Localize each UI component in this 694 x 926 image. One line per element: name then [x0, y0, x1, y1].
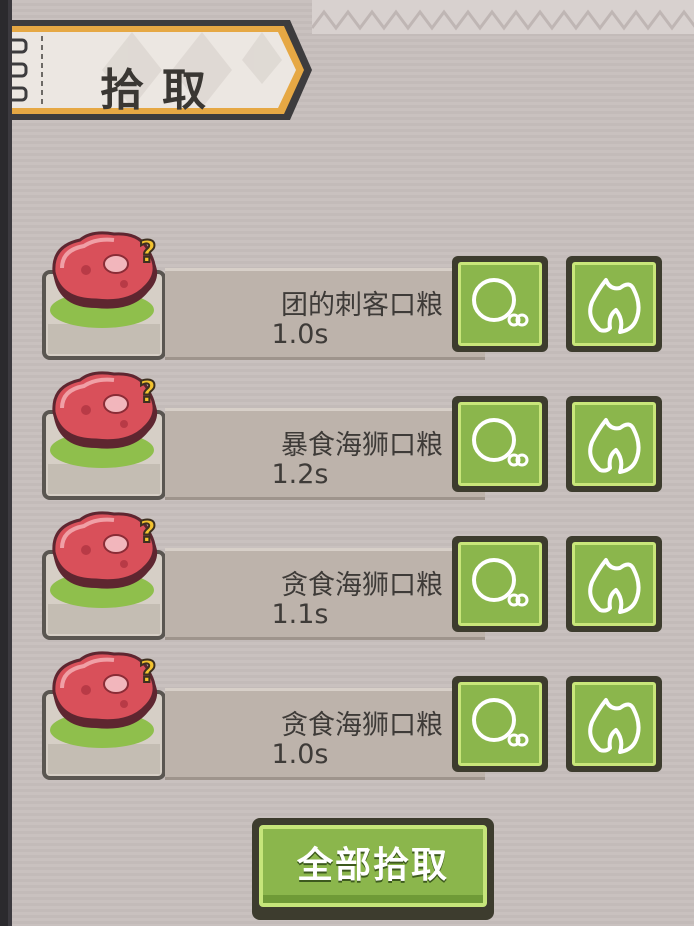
item-name: 暴食海狮口粮	[281, 430, 443, 461]
top-border-pattern	[312, 0, 694, 34]
item-name: 贪食海狮口粮	[281, 570, 443, 601]
svg-text:?: ?	[139, 655, 156, 688]
svg-text:?: ?	[139, 375, 156, 408]
svg-text:?: ?	[139, 235, 156, 268]
item-info: 暴食海狮口粮 1.2s	[165, 408, 485, 500]
eat-button[interactable]	[452, 536, 548, 632]
eat-button[interactable]	[452, 396, 548, 492]
list-item[interactable]: ? 暴食海狮口粮 1.2s	[40, 368, 670, 508]
item-info: 团的刺客口粮 1.0s	[165, 268, 485, 360]
unknown-badge-icon: ?	[138, 234, 157, 268]
fire-icon	[588, 698, 641, 754]
item-time: 1.0s	[271, 739, 329, 770]
item-name: 团的刺客口粮	[281, 290, 443, 321]
item-time: 1.2s	[271, 459, 329, 490]
list-item[interactable]: ? 贪食海狮口粮 1.1s	[40, 508, 670, 648]
eat-button[interactable]	[452, 676, 548, 772]
fire-icon	[588, 278, 641, 334]
list-item[interactable]: ? 贪食海狮口粮 1.0s	[40, 648, 670, 788]
fire-icon	[588, 418, 641, 474]
list-item[interactable]: ? 团的刺客口粮 1.0s	[40, 228, 670, 368]
eat-mouth-icon	[472, 278, 529, 327]
item-time: 1.1s	[271, 599, 329, 630]
cook-button[interactable]	[566, 676, 662, 772]
item-info: 贪食海狮口粮 1.1s	[165, 548, 485, 640]
item-info: 贪食海狮口粮 1.0s	[165, 688, 485, 780]
svg-text:?: ?	[139, 515, 156, 548]
cook-button[interactable]	[566, 396, 662, 492]
title-tab: 拾取	[2, 14, 322, 126]
collect-all-button[interactable]: 全部拾取	[252, 818, 494, 920]
eat-mouth-icon	[472, 418, 529, 467]
cook-button[interactable]	[566, 256, 662, 352]
eat-mouth-icon	[472, 558, 529, 607]
page-title: 拾取	[100, 65, 224, 116]
eat-button[interactable]	[452, 256, 548, 352]
unknown-badge-icon: ?	[138, 514, 157, 548]
item-time: 1.0s	[271, 319, 329, 350]
item-name: 贪食海狮口粮	[281, 710, 443, 741]
fire-icon	[588, 558, 641, 614]
collect-all-label: 全部拾取	[296, 845, 449, 886]
unknown-badge-icon: ?	[138, 654, 157, 688]
eat-mouth-icon	[472, 698, 529, 747]
cook-button[interactable]	[566, 536, 662, 632]
unknown-badge-icon: ?	[138, 374, 157, 408]
